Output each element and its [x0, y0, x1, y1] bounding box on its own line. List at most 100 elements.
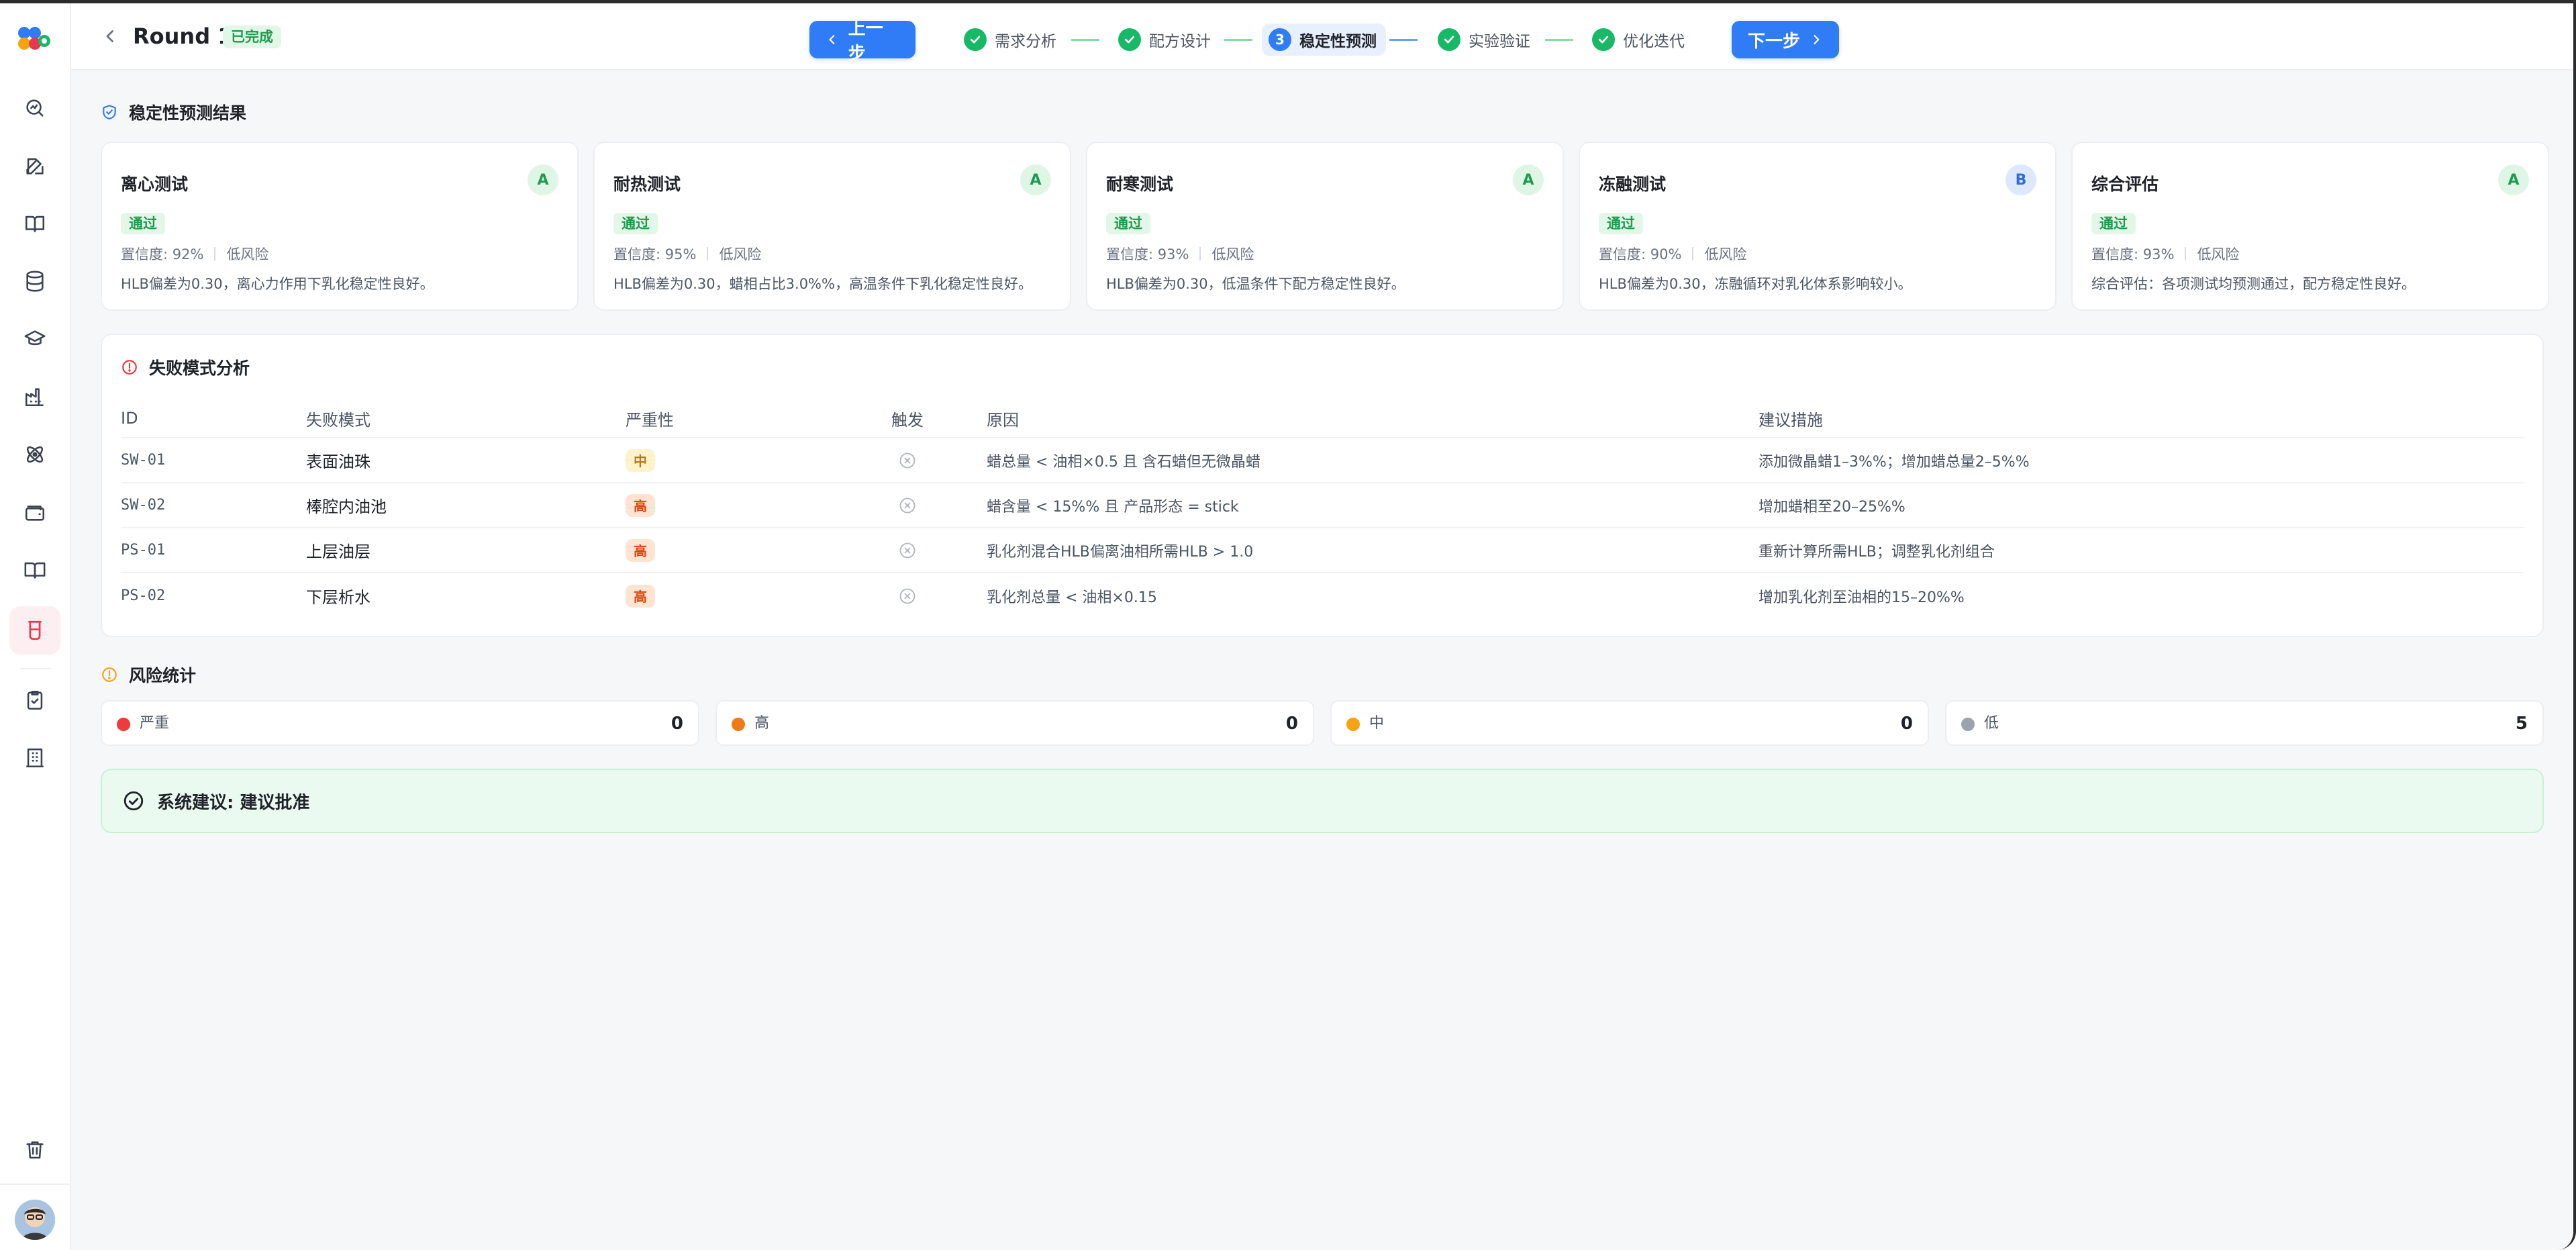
- cell-id: PS-02: [121, 587, 166, 604]
- failure-mode-table: ID 失败模式 严重性 触发 原因 建议措施 SW-01 表面油珠 中 蜡总量 …: [121, 399, 2524, 618]
- sidebar-item-notebook[interactable]: [9, 546, 60, 594]
- cell-trigger: [889, 528, 926, 572]
- table-row[interactable]: SW-02 棒腔内油池 高 蜡含量 < 15%% 且 产品形态 = stick …: [121, 483, 2524, 528]
- risk-card-low: 低 5: [1945, 700, 2544, 746]
- chevron-right-icon: [1814, 35, 1820, 44]
- card-meta: 置信度: 90% 低风险: [1599, 244, 1746, 264]
- pass-badge: 通过: [1106, 213, 1150, 234]
- cell-severity: 高: [626, 483, 655, 527]
- cell-action: 增加蜡相至20–25%%: [1758, 498, 1905, 516]
- sidebar-item-search-analytics[interactable]: [9, 84, 60, 132]
- main-content: 稳定性预测结果 离心测试 A 通过 置信度: 92% 低风险 HLB偏差为0.30…: [71, 70, 2573, 1250]
- cell-action: 添加微晶蜡1–3%%；增加蜡总量2–5%%: [1758, 453, 2030, 471]
- graduation-cap-icon: [24, 330, 46, 346]
- notebook-icon: [24, 562, 46, 579]
- card-title: 耐寒测试: [1106, 175, 1174, 194]
- cell-cause: 蜡含量 < 15%% 且 产品形态 = stick: [987, 498, 1239, 516]
- back-chevron-icon[interactable]: [101, 26, 121, 46]
- section-title-text: 稳定性预测结果: [129, 103, 247, 123]
- sidebar-item-knowledge[interactable]: [9, 199, 60, 248]
- cell-trigger: [889, 438, 926, 482]
- stability-card-heat[interactable]: 耐热测试 A 通过 置信度: 95% 低风险 HLB偏差为0.30，蜡相占比3.0…: [593, 142, 1071, 311]
- table-row[interactable]: PS-02 下层析水 高 乳化剂总量 < 油相×0.15 增加乳化剂至油相的15…: [121, 573, 2524, 618]
- cell-cause: 蜡总量 < 油相×0.5 且 含石蜡但无微晶蜡: [987, 453, 1260, 471]
- card-meta: 置信度: 93% 低风险: [2091, 244, 2239, 264]
- avatar[interactable]: [15, 1200, 55, 1240]
- sidebar-item-training[interactable]: [9, 315, 60, 363]
- sidebar-item-factory[interactable]: [9, 373, 60, 421]
- col-action: 建议措施: [1758, 410, 1823, 430]
- failure-mode-panel: 失败模式分析 ID 失败模式 严重性 触发 原因 建议措施 SW-01 表面油珠…: [101, 334, 2544, 637]
- sidebar-item-edit[interactable]: [9, 142, 60, 190]
- pass-badge: 通过: [121, 213, 165, 234]
- app-logo[interactable]: [15, 23, 54, 53]
- cell-mode: 下层析水: [306, 588, 370, 607]
- step-formula-design[interactable]: 配方设计: [1118, 23, 1211, 56]
- card-title: 冻融测试: [1599, 175, 1667, 194]
- avatar-icon: [15, 1200, 55, 1240]
- edit-icon: [26, 158, 44, 175]
- step-number-badge: 3: [1269, 28, 1291, 51]
- stability-card-freeze-thaw[interactable]: 冻融测试 B 通过 置信度: 90% 低风险 HLB偏差为0.30，冻融循环对乳化…: [1579, 142, 2057, 311]
- low-dot-icon: [1961, 718, 1975, 731]
- system-advice-banner: 系统建议: 建议批准: [101, 769, 2544, 833]
- sidebar-item-building[interactable]: [9, 734, 60, 782]
- clipboard-check-icon: [27, 690, 43, 710]
- step-label: 稳定性预测: [1299, 33, 1377, 50]
- risk-label: 严重: [140, 715, 170, 732]
- col-cause: 原因: [987, 410, 1019, 430]
- status-badge: 已完成: [223, 26, 281, 48]
- card-meta: 置信度: 95% 低风险: [613, 244, 761, 264]
- not-triggered-icon: [899, 542, 915, 558]
- risk-text: 低风险: [1704, 246, 1747, 262]
- step-optimization[interactable]: 优化迭代: [1592, 23, 1685, 56]
- stability-card-centrifuge[interactable]: 离心测试 A 通过 置信度: 92% 低风险 HLB偏差为0.30，离心力作用下乳…: [101, 142, 579, 311]
- sidebar-item-database[interactable]: [9, 257, 60, 305]
- section-title-text: 风险统计: [129, 666, 197, 685]
- step-experiment[interactable]: 实验验证: [1438, 23, 1530, 56]
- card-meta: 置信度: 92% 低风险: [121, 244, 268, 264]
- stability-card-overall[interactable]: 综合评估 A 通过 置信度: 93% 低风险 综合评估：各项测试均预测通过，配方稳…: [2071, 142, 2549, 311]
- factory-icon: [25, 388, 44, 407]
- step-connector: [1545, 39, 1573, 41]
- sidebar-item-checklist[interactable]: [9, 676, 60, 724]
- critical-dot-icon: [117, 718, 130, 731]
- next-step-button[interactable]: 下一步: [1732, 21, 1839, 58]
- table-row[interactable]: SW-01 表面油珠 中 蜡总量 < 油相×0.5 且 含石蜡但无微晶蜡 添加微…: [121, 438, 2524, 483]
- card-description: HLB偏差为0.30，低温条件下配方稳定性良好。: [1106, 276, 1405, 292]
- warning-circle-icon: [102, 667, 117, 682]
- risk-card-high: 高 0: [715, 700, 1314, 746]
- step-label: 配方设计: [1149, 33, 1211, 50]
- risk-text: 低风险: [719, 246, 762, 262]
- risk-count: 0: [671, 714, 683, 734]
- cell-action: 增加乳化剂至油相的15–20%%: [1758, 589, 1965, 606]
- card-meta: 置信度: 93% 低风险: [1106, 244, 1254, 264]
- alert-circle-icon: [122, 360, 137, 375]
- stability-card-cold[interactable]: 耐寒测试 A 通过 置信度: 93% 低风险 HLB偏差为0.30，低温条件下配方…: [1086, 142, 1564, 311]
- cell-id: PS-01: [121, 542, 166, 559]
- prev-step-button[interactable]: 上一步: [809, 19, 915, 64]
- cell-action: 重新计算所需HLB；调整乳化剂组合: [1758, 543, 1995, 561]
- advice-text: 系统建议: 建议批准: [157, 792, 310, 813]
- step-done-icon: [964, 28, 987, 51]
- not-triggered-icon: [899, 588, 915, 604]
- sidebar-item-trash[interactable]: [9, 1126, 60, 1174]
- card-description: HLB偏差为0.30，离心力作用下乳化稳定性良好。: [121, 276, 434, 292]
- stability-section-title: 稳定性预测结果: [101, 100, 246, 124]
- severity-badge: 高: [626, 493, 655, 517]
- table-row[interactable]: PS-01 上层油层 高 乳化剂混合HLB偏离油相所需HLB > 1.0 重新计…: [121, 528, 2524, 573]
- step-label: 需求分析: [995, 33, 1056, 50]
- risk-text: 低风险: [1211, 246, 1254, 262]
- sidebar-item-atom[interactable]: [9, 430, 60, 479]
- pass-badge: 通过: [1599, 213, 1643, 234]
- book-open-icon: [25, 215, 45, 232]
- risk-label: 高: [754, 715, 770, 732]
- card-title: 耐热测试: [613, 175, 681, 194]
- sidebar-item-wallet[interactable]: [9, 488, 60, 536]
- risk-count: 0: [1900, 714, 1913, 734]
- step-stability-prediction[interactable]: 3 稳定性预测: [1262, 23, 1386, 56]
- risk-text: 低风险: [2197, 246, 2240, 262]
- severity-badge: 高: [626, 584, 655, 608]
- sidebar-item-stability-lab[interactable]: [9, 606, 60, 655]
- step-requirements[interactable]: 需求分析: [964, 23, 1056, 56]
